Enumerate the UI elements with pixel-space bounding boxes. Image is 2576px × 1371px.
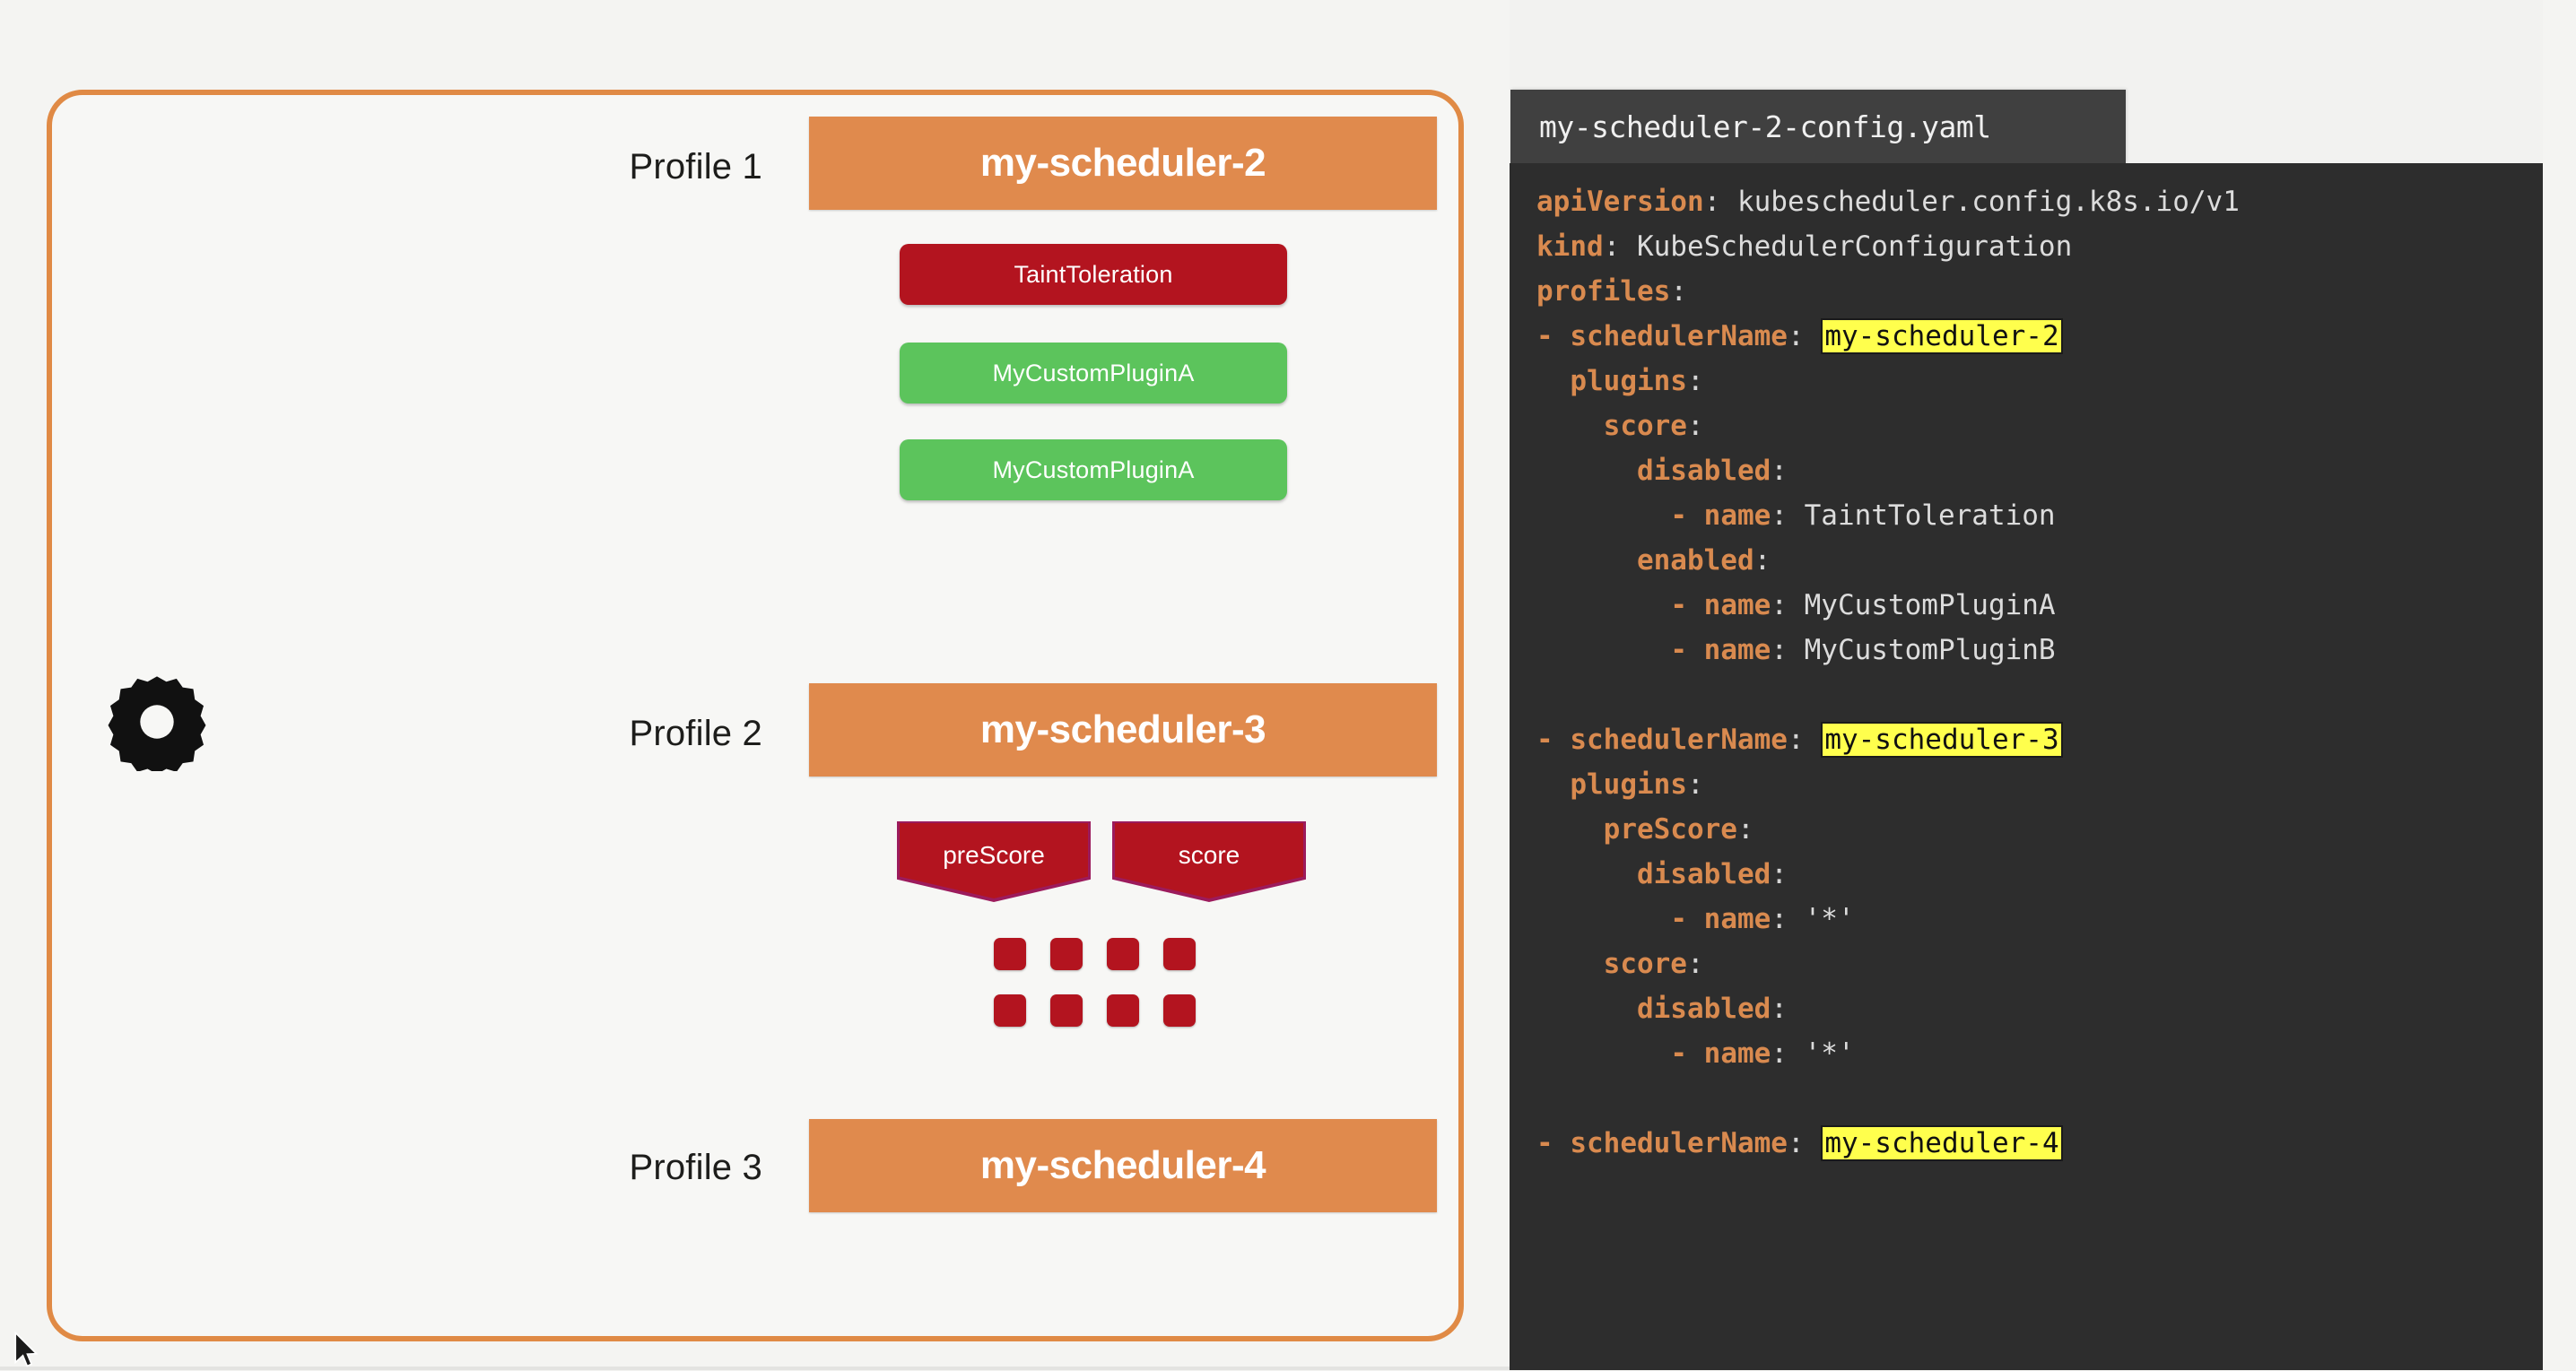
- code-line: preScore:: [1603, 813, 1754, 846]
- yaml-code-body[interactable]: apiVersion: kubescheduler.config.k8s.io/…: [1536, 179, 2543, 1370]
- right-background-strip: [2543, 0, 2576, 1370]
- profile-label-1: Profile 1: [629, 147, 762, 187]
- plugin-square[interactable]: [1050, 994, 1083, 1027]
- code-line: apiVersion: kubescheduler.config.k8s.io/…: [1536, 186, 2240, 218]
- code-line: disabled:: [1636, 858, 1788, 890]
- plugin-pill-mycustompluginA-2[interactable]: MyCustomPluginA: [900, 439, 1287, 500]
- code-line: - name: '*': [1670, 1037, 1855, 1070]
- plugin-pill-mycustompluginA-1[interactable]: MyCustomPluginA: [900, 343, 1287, 403]
- code-line: profiles:: [1536, 275, 1687, 308]
- code-line: - name: MyCustomPluginB: [1670, 634, 2056, 666]
- plugin-square[interactable]: [1163, 994, 1196, 1027]
- scheduler-bar-1[interactable]: my-scheduler-2: [809, 117, 1437, 210]
- plugin-square[interactable]: [1107, 994, 1139, 1027]
- slide-canvas: Profile 1 my-scheduler-2 TaintToleration…: [0, 0, 1510, 1370]
- code-line: disabled:: [1636, 455, 1788, 487]
- plugin-square-grid: [994, 938, 1196, 1027]
- code-file-title-bar: my-scheduler-2-config.yaml: [1510, 90, 2126, 163]
- code-line: - schedulerName: my-scheduler-3: [1536, 717, 2543, 762]
- gear-icon: [108, 672, 206, 771]
- plugin-square[interactable]: [994, 994, 1026, 1027]
- yaml-code-panel: apiVersion: kubescheduler.config.k8s.io/…: [1510, 163, 2543, 1370]
- plugin-square[interactable]: [1050, 938, 1083, 970]
- code-line: - schedulerName: my-scheduler-2: [1536, 314, 2543, 359]
- code-line: enabled:: [1636, 544, 1771, 577]
- scheduler-bar-2[interactable]: my-scheduler-3: [809, 683, 1437, 777]
- scheduler-bar-3[interactable]: my-scheduler-4: [809, 1119, 1437, 1212]
- code-line: plugins:: [1570, 768, 1704, 801]
- code-line: - name: TaintToleration: [1670, 499, 2056, 532]
- code-line: score:: [1603, 410, 1704, 442]
- code-line: score:: [1603, 948, 1704, 980]
- code-line: - name: MyCustomPluginA: [1670, 589, 2056, 621]
- code-line: disabled:: [1636, 993, 1788, 1025]
- plugin-square[interactable]: [994, 938, 1026, 970]
- code-line: plugins:: [1570, 365, 1704, 397]
- code-filename: my-scheduler-2-config.yaml: [1539, 108, 1991, 144]
- slide-bottom-edge: [0, 1367, 1510, 1370]
- mouse-cursor: [14, 1332, 39, 1367]
- profile-label-2: Profile 2: [629, 714, 762, 753]
- code-line: - schedulerName: my-scheduler-4: [1536, 1121, 2543, 1166]
- code-line: kind: KubeSchedulerConfiguration: [1536, 230, 2073, 263]
- plugin-square[interactable]: [1107, 938, 1139, 970]
- profile-label-3: Profile 3: [629, 1148, 762, 1187]
- code-line: - name: '*': [1670, 903, 1855, 935]
- plugin-pill-tainttoleration[interactable]: TaintToleration: [900, 244, 1287, 305]
- plugin-square[interactable]: [1163, 938, 1196, 970]
